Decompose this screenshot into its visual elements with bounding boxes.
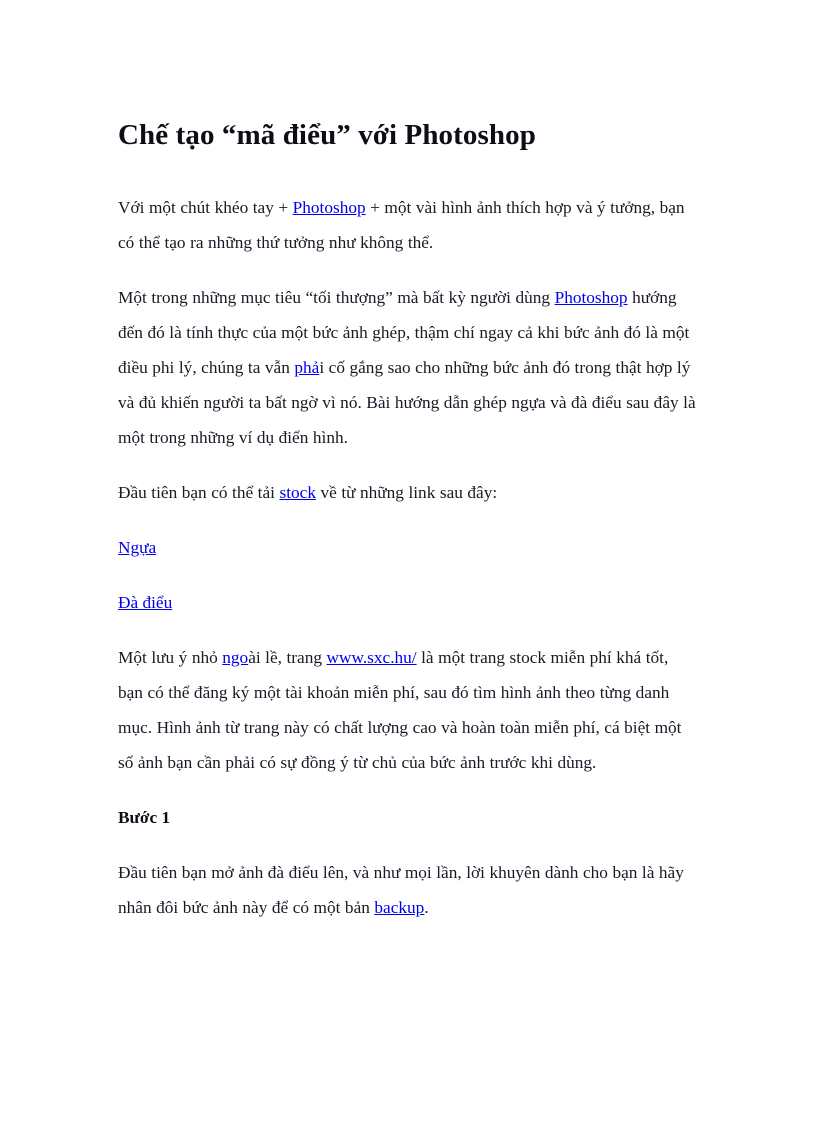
paragraph-note-text-before: Một lưu ý nhỏ	[118, 648, 223, 668]
link-backup[interactable]: backup	[374, 898, 424, 917]
link-sxc-hu[interactable]: www.sxc.hu/	[327, 648, 417, 667]
paragraph-step-1-text-after: .	[424, 898, 429, 918]
link-horse[interactable]: Ngựa	[118, 538, 156, 557]
link-phai[interactable]: phả	[294, 358, 319, 377]
link-ngoai[interactable]: ngo	[222, 648, 248, 667]
paragraph-intro-text-before: Với một chút khéo tay +	[118, 198, 293, 218]
heading-step-1: Bước 1	[118, 808, 171, 828]
paragraph-download-text-after: về từ những link sau đây:	[315, 483, 498, 503]
link-stock[interactable]: stock	[279, 483, 315, 502]
page-title: Chế tạo “mã điểu” với Photoshop	[118, 119, 536, 151]
paragraph-step-1-body: Đầu tiên bạn mở ảnh đà điểu lên, và như …	[118, 855, 697, 925]
link-line-horse: Ngựa	[118, 530, 697, 565]
document-page: Chế tạo “mã điểu” với Photoshop Với một …	[0, 0, 816, 1123]
link-ostrich[interactable]: Đà điểu	[118, 593, 172, 612]
paragraph-download: Đầu tiên bạn có thể tải stock về từ nhữn…	[118, 475, 697, 510]
link-photoshop-2[interactable]: Photoshop	[555, 288, 628, 307]
link-photoshop-1[interactable]: Photoshop	[293, 198, 366, 217]
paragraph-goal-text-before: Một trong những mục tiêu “tối thượng” mà…	[118, 288, 555, 308]
paragraph-note: Một lưu ý nhỏ ngoài lề, trang www.sxc.hu…	[118, 640, 697, 780]
paragraph-note-text-middle: ài lề, trang	[248, 648, 327, 668]
link-line-ostrich: Đà điểu	[118, 585, 697, 620]
paragraph-goal: Một trong những mục tiêu “tối thượng” mà…	[118, 280, 697, 455]
paragraph-download-text-before: Đầu tiên bạn có thể tải	[118, 483, 280, 503]
paragraph-intro: Với một chút khéo tay + Photoshop + một …	[118, 190, 697, 260]
